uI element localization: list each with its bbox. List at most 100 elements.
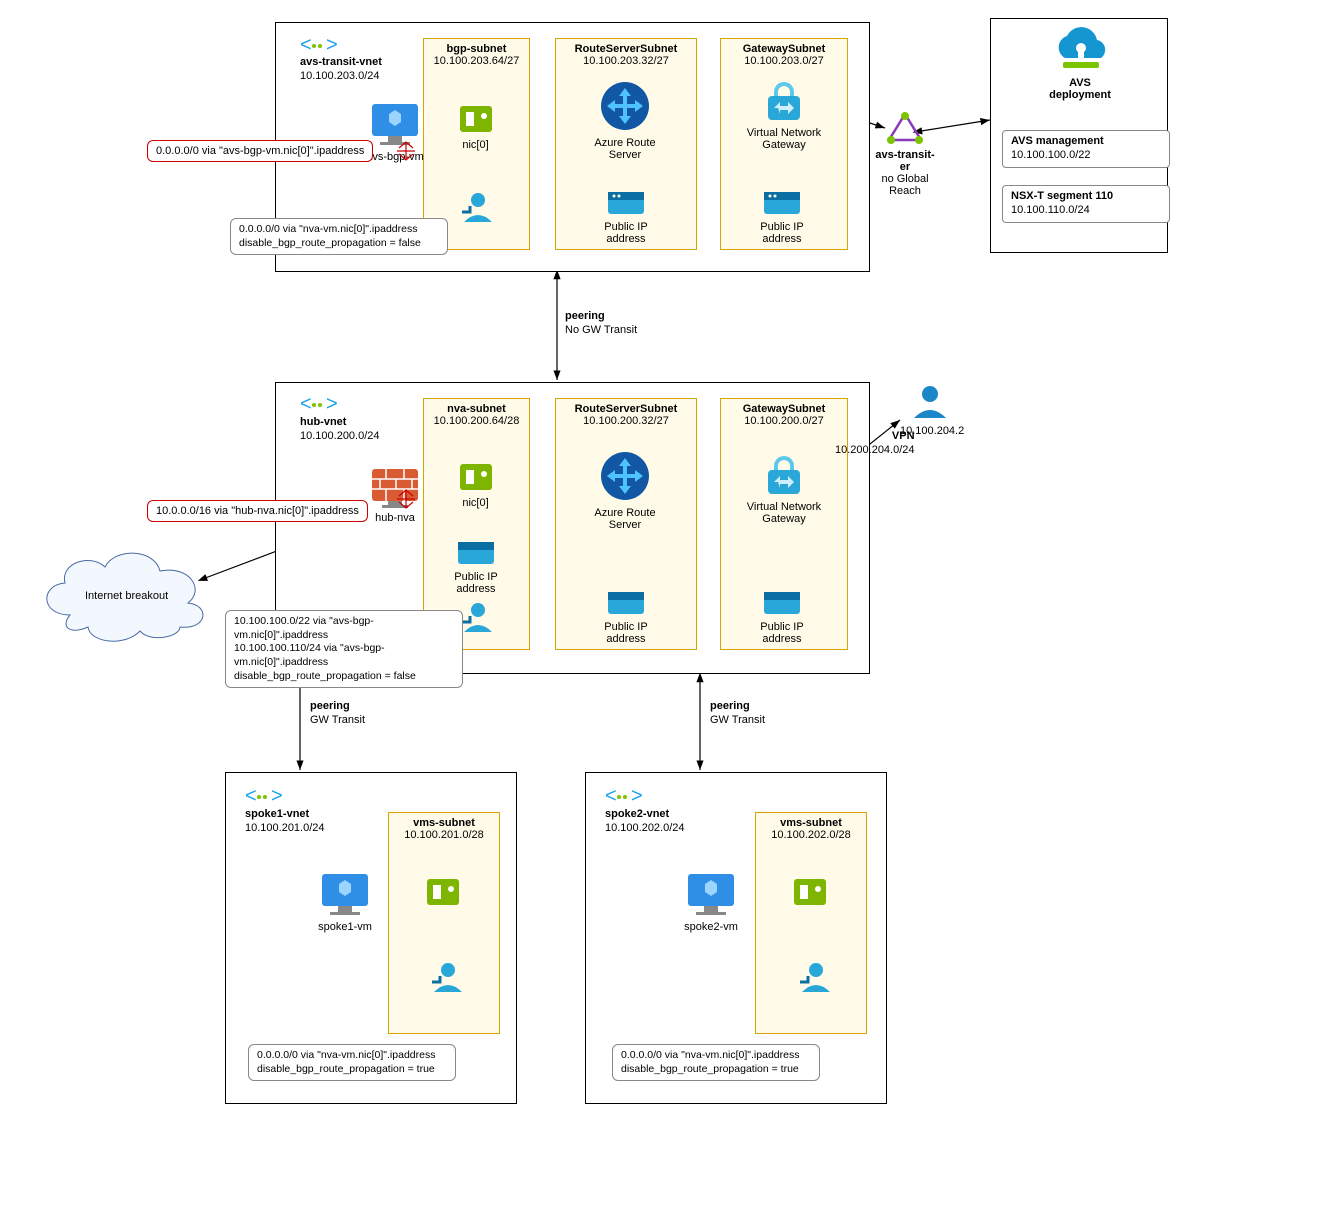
nic-icon-4	[782, 875, 837, 912]
avs-mgmt-cidr: 10.100.100.0/22	[1011, 149, 1091, 161]
svg-text:<: <	[605, 785, 617, 807]
hub-rs-name: RouteServerSubnet	[556, 403, 696, 415]
transit-vnet-name: avs-transit-vnet	[300, 56, 382, 68]
hub-vnet-cidr: 10.100.200.0/24	[300, 430, 380, 442]
managed-identity-icon-4	[790, 960, 838, 999]
bgp-subnet-name: bgp-subnet	[424, 43, 529, 55]
peering-hub-spoke2: peering GW Transit	[710, 700, 765, 728]
s1l2: disable_bgp_route_propagation = true	[257, 1063, 435, 1075]
vpn-subnet: 10.200.204.0/24	[835, 444, 915, 456]
h2l2: 10.100.100.110/24 via "avs-bgp-vm.nic[0]…	[234, 642, 385, 668]
nic-icon: nic[0]	[448, 102, 503, 151]
avs-seg-name: NSX-T segment 110	[1011, 190, 1113, 202]
phs2-note: GW Transit	[710, 714, 765, 726]
s2l2: disable_bgp_route_propagation = true	[621, 1063, 799, 1075]
azure-route-server-icon: Azure Route Server	[590, 78, 660, 161]
spoke1-name: spoke1-vnet	[245, 808, 309, 820]
nva-subnet-name: nva-subnet	[424, 403, 529, 415]
spoke2-vm: spoke2-vm	[676, 870, 746, 933]
vpn-title: VPN	[892, 430, 915, 442]
s2l1: 0.0.0.0/0 via "nva-vm.nic[0]".ipaddress	[621, 1049, 799, 1061]
h2l1: 10.100.100.0/22 via "avs-bgp-vm.nic[0]".…	[234, 615, 374, 641]
transit-rs-cidr: 10.100.203.32/27	[556, 55, 696, 67]
ars-label-2: Azure Route Server	[590, 507, 660, 531]
pip-icon-3: Public IP address	[442, 540, 510, 595]
hub-route-1: 10.0.0.0/16 via "hub-nva.nic[0]".ipaddre…	[147, 500, 368, 522]
pth-note: No GW Transit	[565, 324, 637, 336]
hub-nva-label: hub-nva	[362, 512, 428, 524]
spoke1-vnet-label: spoke1-vnet 10.100.201.0/24	[245, 808, 325, 836]
internet-label: Internet breakout	[85, 590, 168, 604]
spoke1-cidr: 10.100.201.0/24	[245, 822, 325, 834]
transit-route-1: 0.0.0.0/0 via "avs-bgp-vm.nic[0]".ipaddr…	[147, 140, 373, 162]
managed-identity-icon	[452, 190, 500, 229]
transit-gw-cidr: 10.100.203.0/27	[721, 55, 847, 67]
peering-transit-hub: peering No GW Transit	[565, 310, 637, 338]
spoke1-vms-subnet: vms-subnet 10.100.201.0/28	[388, 812, 500, 1034]
spoke1-route: 0.0.0.0/0 via "nva-vm.nic[0]".ipaddress …	[248, 1044, 456, 1081]
pip-label-5: Public IP address	[750, 621, 814, 645]
vng-icon: Virtual Network Gateway	[746, 74, 822, 151]
transit-vnet-cidr: 10.100.203.0/24	[300, 70, 380, 82]
pip-icon-5: Public IP address	[750, 590, 814, 645]
vng-label: Virtual Network Gateway	[746, 127, 822, 151]
route-propagation-icon	[395, 140, 417, 165]
pip-label-4: Public IP address	[594, 621, 658, 645]
hub-rs-cidr: 10.100.200.32/27	[556, 415, 696, 427]
hub-gw-name: GatewaySubnet	[721, 403, 847, 415]
pip-icon: Public IP address	[594, 190, 658, 245]
peering-hub-spoke1: peering GW Transit	[310, 700, 365, 728]
transit-rs-name: RouteServerSubnet	[556, 43, 696, 55]
spoke1-sub-name: vms-subnet	[389, 817, 499, 829]
nic-label: nic[0]	[448, 139, 503, 151]
s1l1: 0.0.0.0/0 via "nva-vm.nic[0]".ipaddress	[257, 1049, 435, 1061]
avs-mgmt-name: AVS management	[1011, 135, 1104, 147]
hub-gw-cidr: 10.100.200.0/27	[721, 415, 847, 427]
ars-icon-2: Azure Route Server	[590, 448, 660, 531]
vng-icon-2: Virtual Network Gateway	[746, 448, 822, 525]
spoke2-vm-label: spoke2-vm	[676, 921, 746, 933]
route-propagation-icon-2	[395, 488, 417, 513]
transit-gw-name: GatewaySubnet	[721, 43, 847, 55]
ars-label: Azure Route Server	[590, 137, 660, 161]
svg-text:>: >	[271, 785, 283, 807]
pip-icon-4: Public IP address	[594, 590, 658, 645]
spoke2-cidr: 10.100.202.0/24	[605, 822, 685, 834]
hub-vnet-name: hub-vnet	[300, 416, 346, 428]
svg-text:<: <	[245, 785, 257, 807]
vpn-peer-icon: 10.100.204.2	[900, 382, 960, 437]
spoke1-vm: spoke1-vm	[310, 870, 380, 933]
spoke2-vms-subnet: vms-subnet 10.100.202.0/28	[755, 812, 867, 1034]
bgp-subnet-cidr: 10.100.203.64/27	[424, 55, 529, 67]
h2l3: disable_bgp_route_propagation = false	[234, 670, 416, 682]
hub-route-2: 10.100.100.0/22 via "avs-bgp-vm.nic[0]".…	[225, 610, 463, 688]
svg-text:<: <	[300, 34, 312, 56]
pip-label-3: Public IP address	[442, 571, 510, 595]
er-name: avs-transit-er	[875, 149, 934, 173]
tr2l2: disable_bgp_route_propagation = false	[239, 237, 421, 249]
phs2-title: peering	[710, 700, 750, 712]
hub-vnet-label: hub-vnet 10.100.200.0/24	[300, 416, 380, 444]
svg-text:>: >	[326, 34, 338, 56]
internet-cloud: Internet breakout	[30, 535, 220, 648]
spoke2-vnet-label: spoke2-vnet 10.100.202.0/24	[605, 808, 685, 836]
spoke2-name: spoke2-vnet	[605, 808, 669, 820]
pth-title: peering	[565, 310, 605, 322]
spoke2-sub-cidr: 10.100.202.0/28	[756, 829, 866, 841]
nic-icon-2: nic[0]	[448, 460, 503, 509]
svg-text:<: <	[300, 393, 312, 415]
er-note: no Global Reach	[875, 173, 935, 197]
managed-identity-icon-3	[422, 960, 470, 999]
transit-route-2: 0.0.0.0/0 via "nva-vm.nic[0]".ipaddress …	[230, 218, 448, 255]
tr2l1: 0.0.0.0/0 via "nva-vm.nic[0]".ipaddress	[239, 223, 417, 235]
phs1-title: peering	[310, 700, 350, 712]
spoke2-sub-name: vms-subnet	[756, 817, 866, 829]
avs-seg-cidr: 10.100.110.0/24	[1011, 204, 1090, 216]
nva-subnet-cidr: 10.100.200.64/28	[424, 415, 529, 427]
avs-cloud-icon: AVS deployment	[1040, 28, 1120, 101]
avs-title: AVS deployment	[1049, 77, 1111, 101]
expressroute-icon: avs-transit-er no Global Reach	[875, 110, 935, 197]
spoke1-sub-cidr: 10.100.201.0/28	[389, 829, 499, 841]
spoke1-vm-label: spoke1-vm	[310, 921, 380, 933]
phs1-note: GW Transit	[310, 714, 365, 726]
